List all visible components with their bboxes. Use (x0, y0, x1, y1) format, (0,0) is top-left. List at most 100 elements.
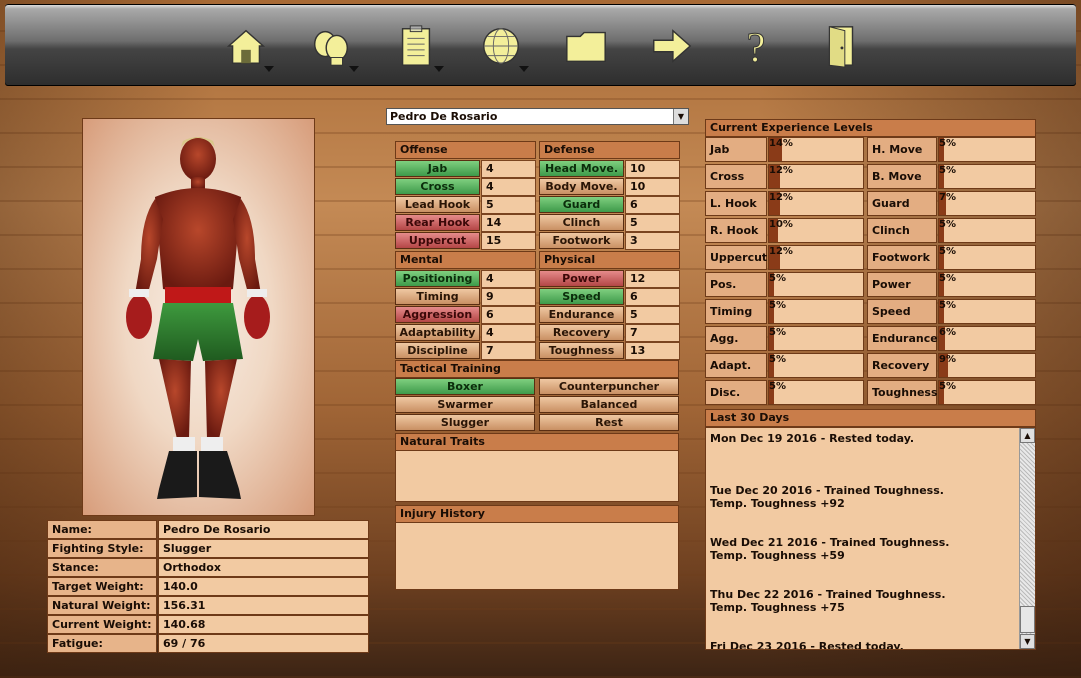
stat-uppercut-button[interactable]: Uppercut (395, 232, 480, 249)
exp-label: Agg. (705, 326, 767, 351)
exp-progress-bar: 5% (938, 164, 1036, 189)
stat-cross-button[interactable]: Cross (395, 178, 480, 195)
fighter-select[interactable]: Pedro De Rosario ▼ (386, 108, 689, 125)
scrollbar-thumb[interactable] (1020, 606, 1035, 633)
tactic-balanced-button[interactable]: Balanced (539, 396, 679, 413)
exp-progress-bar: 5% (938, 245, 1036, 270)
training-log[interactable]: Mon Dec 19 2016 - Rested today. Tue Dec 2… (705, 427, 1036, 650)
stat-discipline-button[interactable]: Discipline (395, 342, 480, 359)
dropdown-caret-icon[interactable] (349, 66, 359, 72)
exp-value: 5% (939, 381, 956, 392)
injury-history-box (395, 522, 679, 590)
natural-weight-label: Natural Weight: (47, 596, 157, 615)
arrow-right-button[interactable] (641, 18, 701, 74)
mental-header: Mental (395, 251, 536, 269)
exp-label: Toughness (867, 380, 938, 405)
clipboard-button[interactable] (386, 18, 446, 74)
stat-jab-button[interactable]: Jab (395, 160, 480, 177)
tactical-training-header: Tactical Training (395, 360, 679, 378)
home-button[interactable] (216, 18, 276, 74)
stat-value: 5 (481, 196, 536, 214)
folder-icon (566, 31, 606, 63)
dropdown-caret-icon[interactable] (434, 66, 444, 72)
tactic-rest-button[interactable]: Rest (539, 414, 679, 431)
exp-progress-bar: 6% (938, 326, 1036, 351)
current-weight-value: 140.68 (158, 615, 369, 634)
exit-door-button[interactable] (811, 18, 871, 74)
tactic-boxer-button[interactable]: Boxer (395, 378, 535, 395)
help-button[interactable]: ? (726, 18, 786, 74)
stat-head-move-button[interactable]: Head Move. (539, 160, 624, 177)
log-scrollbar[interactable]: ▲ ▼ (1019, 428, 1035, 649)
chevron-down-icon[interactable]: ▼ (673, 109, 688, 124)
exp-progress-bar: 5% (768, 326, 864, 351)
stat-value: 15 (481, 232, 536, 250)
stat-guard-button[interactable]: Guard (539, 196, 624, 213)
dropdown-caret-icon[interactable] (519, 66, 529, 72)
experience-header: Current Experience Levels (705, 119, 1036, 137)
exp-progress-bar: 12% (768, 191, 864, 216)
stat-value: 6 (481, 306, 536, 324)
exp-progress-bar: 9% (938, 353, 1036, 378)
stat-speed-button[interactable]: Speed (539, 288, 624, 305)
exp-progress-bar: 10% (768, 218, 864, 243)
tactic-swarmer-button[interactable]: Swarmer (395, 396, 535, 413)
exp-progress-bar: 12% (768, 164, 864, 189)
scroll-up-arrow-icon[interactable]: ▲ (1020, 428, 1035, 443)
dropdown-caret-icon[interactable] (264, 66, 274, 72)
stat-value: 12 (625, 270, 680, 288)
tactic-slugger-button[interactable]: Slugger (395, 414, 535, 431)
exp-value: 12% (769, 246, 793, 257)
exp-value: 12% (769, 192, 793, 203)
stat-positioning-button[interactable]: Positioning (395, 270, 480, 287)
main-toolbar: ? (5, 4, 1076, 86)
exp-label: Guard (867, 191, 937, 216)
exp-value: 10% (769, 219, 793, 230)
exp-progress-bar: 5% (768, 272, 864, 297)
log-entry: Tue Dec 20 2016 - Trained Toughness. Tem… (710, 484, 944, 510)
stat-endurance-button[interactable]: Endurance (539, 306, 624, 323)
stat-timing-button[interactable]: Timing (395, 288, 480, 305)
natural-traits-box (395, 450, 679, 502)
stat-adaptability-button[interactable]: Adaptability (395, 324, 480, 341)
current-weight-label: Current Weight: (47, 615, 157, 634)
stat-recovery-button[interactable]: Recovery (539, 324, 624, 341)
exp-progress-bar: 5% (938, 137, 1036, 162)
exp-value: 5% (769, 354, 786, 365)
globe-button[interactable] (471, 18, 531, 74)
exp-label: Endurance (867, 326, 938, 351)
stat-rear-hook-button[interactable]: Rear Hook (395, 214, 480, 231)
stat-footwork-button[interactable]: Footwork (539, 232, 624, 249)
folder-button[interactable] (556, 18, 616, 74)
stat-toughness-button[interactable]: Toughness (539, 342, 624, 359)
physical-header: Physical (539, 251, 680, 269)
boxing-gloves-button[interactable] (301, 18, 361, 74)
stat-clinch-button[interactable]: Clinch (539, 214, 624, 231)
natural-weight-value: 156.31 (158, 596, 369, 615)
stat-value: 4 (481, 270, 536, 288)
stat-aggression-button[interactable]: Aggression (395, 306, 480, 323)
exp-label: L. Hook (705, 191, 767, 216)
fatigue-label: Fatigue: (47, 634, 157, 653)
fatigue-value: 69 / 76 (158, 634, 369, 653)
stat-value: 13 (625, 342, 680, 360)
exp-label: Pos. (705, 272, 767, 297)
stat-body-move-button[interactable]: Body Move. (539, 178, 624, 195)
exp-value: 5% (769, 381, 786, 392)
natural-traits-header: Natural Traits (395, 433, 679, 451)
stat-value: 6 (625, 196, 680, 214)
exp-value: 5% (769, 327, 786, 338)
exp-value: 6% (939, 327, 956, 338)
stat-power-button[interactable]: Power (539, 270, 624, 287)
log-entry: Mon Dec 19 2016 - Rested today. (710, 432, 915, 445)
stat-lead-hook-button[interactable]: Lead Hook (395, 196, 480, 213)
stat-value: 6 (625, 288, 680, 306)
exp-value: 5% (939, 246, 956, 257)
boxing-gloves-icon (313, 30, 349, 66)
exp-label: Jab (705, 137, 767, 162)
scroll-down-arrow-icon[interactable]: ▼ (1020, 634, 1035, 649)
exp-value: 5% (939, 300, 956, 311)
tactic-counterpuncher-button[interactable]: Counterpuncher (539, 378, 679, 395)
exp-label: Recovery (867, 353, 937, 378)
exp-label: Clinch (867, 218, 937, 243)
